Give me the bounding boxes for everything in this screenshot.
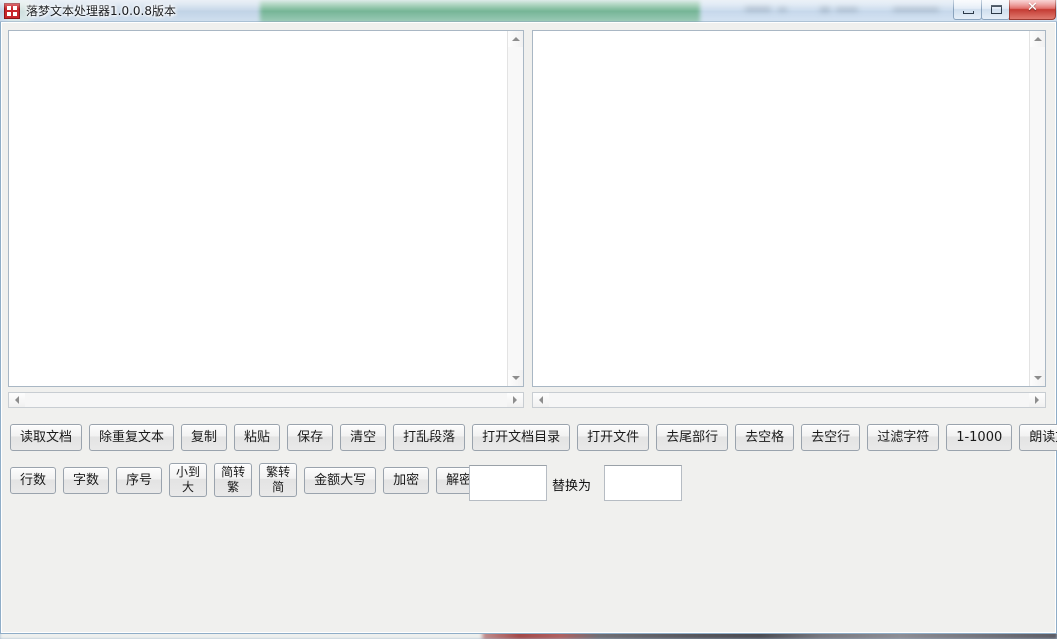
remove-trailing-lines-button[interactable]: 去尾部行: [656, 424, 729, 451]
right-scroll-right-button[interactable]: [1029, 393, 1045, 407]
left-horizontal-scrollbar[interactable]: [8, 392, 524, 408]
client-area: 读取文档 除重复文本 复制 粘贴 保存 清空 打乱段落 打开文档目录 打开文件 去尾部行 去空格 去空…: [0, 22, 1057, 634]
remove-duplicate-text-button[interactable]: 除重复文本: [89, 424, 175, 451]
triangle-up-icon: [511, 37, 520, 41]
right-scroll-left-button[interactable]: [533, 393, 549, 407]
sequence-number-button-label: 序号: [126, 472, 153, 488]
traditional-to-simplified-button-label-line-1: 繁转: [266, 465, 291, 479]
paste-button[interactable]: 粘贴: [234, 424, 281, 451]
amount-to-uppercase-button-label: 金额大写: [314, 472, 367, 488]
remove-spaces-button-label: 去空格: [745, 430, 785, 445]
remove-trailing-lines-button-label: 去尾部行: [666, 430, 719, 445]
triangle-down-icon: [511, 376, 520, 380]
shuffle-paragraphs-button[interactable]: 打乱段落: [393, 424, 466, 451]
word-count-button[interactable]: 字数: [63, 466, 110, 494]
traditional-to-simplified-button[interactable]: 繁转简: [259, 463, 298, 497]
save-button[interactable]: 保存: [287, 424, 334, 451]
read-document-button[interactable]: 读取文档: [10, 424, 83, 451]
minimize-icon: [963, 11, 974, 14]
window-title: 落梦文本处理器1.0.0.8版本: [26, 4, 176, 18]
right-text-editor[interactable]: [533, 31, 1029, 386]
right-vertical-scrollbar[interactable]: [1029, 31, 1045, 386]
simplified-to-traditional-button-label-line-2: 繁: [227, 480, 240, 494]
filter-characters-button-label: 过滤字符: [877, 430, 930, 445]
left-scroll-right-button[interactable]: [507, 393, 523, 407]
copy-button[interactable]: 复制: [181, 424, 228, 451]
read-aloud-button-label: 朗读文本: [1029, 430, 1057, 445]
left-text-editor[interactable]: [9, 31, 507, 386]
line-count-button[interactable]: 行数: [10, 466, 57, 494]
close-button[interactable]: ✕: [1009, 0, 1056, 20]
line-count-button-label: 行数: [20, 472, 47, 488]
sequence-number-button[interactable]: 序号: [116, 466, 163, 494]
save-button-label: 保存: [297, 430, 324, 445]
simplified-to-traditional-button[interactable]: 简转繁: [214, 463, 253, 497]
triangle-left-icon: [539, 396, 543, 404]
sort-ascending-button-label-line-2: 大: [182, 480, 195, 494]
paste-button-label: 粘贴: [244, 430, 271, 445]
triangle-right-icon: [513, 396, 517, 404]
open-file-button[interactable]: 打开文件: [577, 424, 650, 451]
remove-duplicate-text-button-label: 除重复文本: [99, 430, 165, 445]
replace-to-input[interactable]: [604, 465, 682, 501]
left-vertical-scrollbar[interactable]: [507, 31, 523, 386]
left-scroll-left-button[interactable]: [9, 393, 25, 407]
replace-from-input[interactable]: [469, 465, 547, 501]
application-window: 落梦文本处理器1.0.0.8版本 ✕ 读取文档 除重复文本 复制 粘贴 保存 清…: [0, 0, 1057, 634]
left-vertical-scroll-track[interactable]: [508, 47, 523, 370]
open-file-button-label: 打开文件: [587, 430, 640, 445]
copy-button-label: 复制: [191, 430, 218, 445]
read-aloud-button[interactable]: 朗读文本: [1019, 424, 1057, 451]
minimize-button[interactable]: [953, 0, 982, 20]
remove-blank-lines-button-label: 去空行: [811, 430, 851, 445]
range-1-1000-button-label: 1-1000: [956, 430, 1003, 445]
close-icon: ✕: [1027, 0, 1038, 15]
shuffle-paragraphs-button-label: 打乱段落: [403, 430, 456, 445]
triangle-right-icon: [1035, 396, 1039, 404]
amount-to-uppercase-button[interactable]: 金额大写: [304, 466, 377, 494]
word-count-button-label: 字数: [73, 472, 100, 488]
simplified-to-traditional-button-label-line-1: 简转: [221, 465, 246, 479]
filter-characters-button[interactable]: 过滤字符: [867, 424, 940, 451]
triangle-up-icon: [1033, 37, 1042, 41]
left-scroll-up-button[interactable]: [508, 31, 523, 47]
right-text-panel: [532, 30, 1046, 387]
right-scroll-up-button[interactable]: [1030, 31, 1045, 47]
clear-button-label: 清空: [350, 430, 377, 445]
title-bar[interactable]: 落梦文本处理器1.0.0.8版本 ✕: [0, 0, 1057, 22]
read-document-button-label: 读取文档: [20, 430, 73, 445]
replace-with-label: 替换为: [552, 479, 592, 494]
open-document-folder-button-label: 打开文档目录: [482, 430, 561, 445]
traditional-to-simplified-button-label-line-2: 简: [272, 480, 285, 494]
encrypt-button-label: 加密: [393, 472, 420, 488]
open-document-folder-button[interactable]: 打开文档目录: [472, 424, 571, 451]
right-vertical-scroll-track[interactable]: [1030, 47, 1045, 370]
left-scroll-down-button[interactable]: [508, 370, 523, 386]
maximize-button[interactable]: [981, 0, 1010, 20]
range-1-1000-button[interactable]: 1-1000: [946, 424, 1013, 451]
remove-blank-lines-button[interactable]: 去空行: [801, 424, 861, 451]
sort-ascending-button-label-line-1: 小到: [176, 465, 201, 479]
triangle-left-icon: [15, 396, 19, 404]
desktop: 落梦文本处理器1.0.0.8版本 ✕ 读取文档 除重复文本 复制 粘贴 保存 清…: [0, 0, 1057, 639]
clear-button[interactable]: 清空: [340, 424, 387, 451]
triangle-down-icon: [1033, 376, 1042, 380]
window-controls: ✕: [953, 0, 1056, 21]
maximize-icon: [991, 5, 1002, 14]
right-horizontal-scrollbar[interactable]: [532, 392, 1046, 408]
app-seal-icon: [4, 3, 20, 19]
sort-ascending-button[interactable]: 小到大: [169, 463, 208, 497]
right-scroll-down-button[interactable]: [1030, 370, 1045, 386]
toolbar-row-1: 读取文档 除重复文本 复制 粘贴 保存 清空 打乱段落 打开文档目录 打开文件 去尾部行 去空格 去空…: [10, 424, 1057, 451]
toolbar-row-2: 行数字数序号小到大简转繁繁转简金额大写加密解密替换: [10, 463, 542, 497]
left-text-panel: [8, 30, 524, 387]
remove-spaces-button[interactable]: 去空格: [735, 424, 795, 451]
encrypt-button[interactable]: 加密: [383, 466, 430, 494]
